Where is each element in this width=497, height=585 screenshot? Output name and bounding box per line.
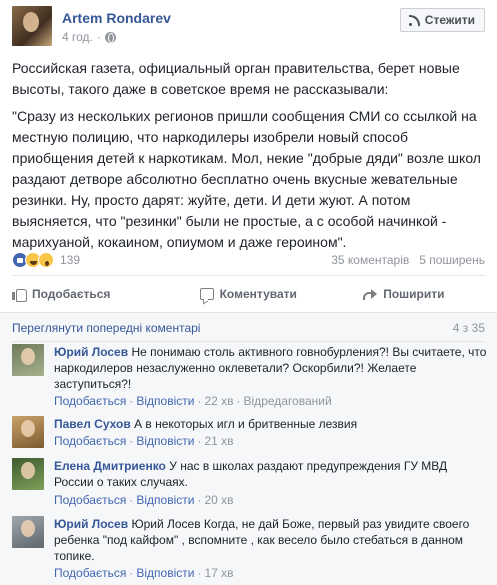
author-name[interactable]: Artem Rondarev bbox=[62, 10, 171, 26]
share-button[interactable]: Поширити bbox=[327, 280, 485, 308]
comments-section: Переглянути попередні коментарі 4 з 35 Ю… bbox=[0, 312, 497, 585]
comment-button[interactable]: Коментувати bbox=[170, 280, 328, 308]
post-time[interactable]: 4 год. bbox=[62, 30, 93, 44]
comment-time[interactable]: 21 хв bbox=[204, 434, 233, 448]
comment-body: Юрий Лосев Не понимаю столь активного го… bbox=[54, 344, 487, 392]
comment-meta: Подобається · Відповісти · 17 хв bbox=[54, 566, 234, 580]
comment-text: А в некоторых игл и бритвенные лезвия bbox=[134, 417, 358, 431]
post-header: Artem Rondarev 4 год. · Стежити bbox=[12, 6, 485, 48]
comment-time[interactable]: 22 хв bbox=[204, 394, 233, 408]
comment-meta: Подобається · Відповісти · 21 хв bbox=[54, 434, 234, 448]
shares-count[interactable]: 5 поширень bbox=[419, 253, 485, 267]
separator: · bbox=[129, 566, 134, 580]
thumbs-up-icon bbox=[12, 287, 27, 302]
separator: · bbox=[236, 394, 241, 408]
action-bar: Подобається Коментувати Поширити bbox=[12, 280, 485, 308]
comment-time[interactable]: 17 хв bbox=[204, 566, 233, 580]
comment-icon bbox=[199, 288, 214, 300]
comment-body: Юрий Лосев Юрий Лосев Когда, не дай Боже… bbox=[54, 516, 487, 564]
engagement-counts: 35 коментарів 5 поширень bbox=[331, 253, 485, 267]
separator: · bbox=[129, 434, 134, 448]
comments-page-count: 4 з 35 bbox=[452, 321, 485, 335]
globe-icon[interactable] bbox=[104, 31, 116, 43]
separator: · bbox=[197, 394, 202, 408]
commenter-avatar[interactable] bbox=[12, 416, 44, 448]
post-paragraph: "Сразу из нескольких регионов пришли соо… bbox=[12, 108, 481, 250]
comment-like-link[interactable]: Подобається bbox=[54, 394, 126, 408]
reactions-summary[interactable]: 139 bbox=[12, 250, 80, 270]
separator: · bbox=[129, 394, 134, 408]
post-text: Российская газета, официальный орган пра… bbox=[12, 58, 487, 259]
reaction-count: 139 bbox=[60, 253, 81, 267]
commenter-name[interactable]: Юрий Лосев bbox=[54, 517, 128, 531]
comment-like-link[interactable]: Подобається bbox=[54, 566, 126, 580]
comment-like-link[interactable]: Подобається bbox=[54, 434, 126, 448]
follow-label: Стежити bbox=[424, 13, 475, 27]
separator: · bbox=[197, 493, 202, 507]
wow-reaction-icon bbox=[38, 252, 54, 268]
rss-icon bbox=[408, 14, 420, 26]
edited-label[interactable]: Відредагований bbox=[244, 394, 332, 408]
comment-reply-link[interactable]: Відповісти bbox=[136, 493, 194, 507]
post-meta: 4 год. · bbox=[62, 30, 116, 44]
comment-meta: Подобається · Відповісти · 22 хв · Відредагова… bbox=[54, 394, 332, 408]
share-label: Поширити bbox=[383, 287, 445, 301]
comment-like-link[interactable]: Подобається bbox=[54, 493, 126, 507]
commenter-name[interactable]: Юрий Лосев bbox=[54, 345, 128, 359]
separator: · bbox=[129, 493, 134, 507]
divider bbox=[12, 341, 485, 342]
commenter-name[interactable]: Павел Сухов bbox=[54, 417, 131, 431]
separator: · bbox=[197, 566, 202, 580]
dot-separator: · bbox=[96, 30, 101, 44]
post-paragraph: Российская газета, официальный орган пра… bbox=[12, 60, 460, 97]
comment-reply-link[interactable]: Відповісти bbox=[136, 566, 194, 580]
comment-label: Коментувати bbox=[219, 287, 297, 301]
commenter-avatar[interactable] bbox=[12, 516, 44, 548]
follow-button[interactable]: Стежити bbox=[399, 8, 485, 32]
comment-reply-link[interactable]: Відповісти bbox=[136, 394, 194, 408]
separator: · bbox=[197, 434, 202, 448]
author-avatar[interactable] bbox=[12, 6, 52, 46]
divider bbox=[12, 275, 485, 276]
comment-body: Елена Дмитриенко У нас в школах раздают … bbox=[54, 458, 487, 490]
comment-time[interactable]: 20 хв bbox=[204, 493, 233, 507]
feed-post: Artem Rondarev 4 год. · Стежити Российск… bbox=[0, 0, 497, 585]
comment-body: Павел Сухов А в некоторых игл и бритвенн… bbox=[54, 416, 487, 432]
comments-count[interactable]: 35 коментарів bbox=[331, 253, 409, 267]
comment-meta: Подобається · Відповісти · 20 хв bbox=[54, 493, 234, 507]
commenter-avatar[interactable] bbox=[12, 344, 44, 376]
share-icon bbox=[363, 288, 378, 300]
like-label: Подобається bbox=[32, 287, 111, 301]
like-button[interactable]: Подобається bbox=[12, 280, 170, 308]
comment-reply-link[interactable]: Відповісти bbox=[136, 434, 194, 448]
view-previous-comments-link[interactable]: Переглянути попередні коментарі bbox=[12, 321, 200, 335]
commenter-avatar[interactable] bbox=[12, 458, 44, 490]
commenter-name[interactable]: Елена Дмитриенко bbox=[54, 459, 166, 473]
